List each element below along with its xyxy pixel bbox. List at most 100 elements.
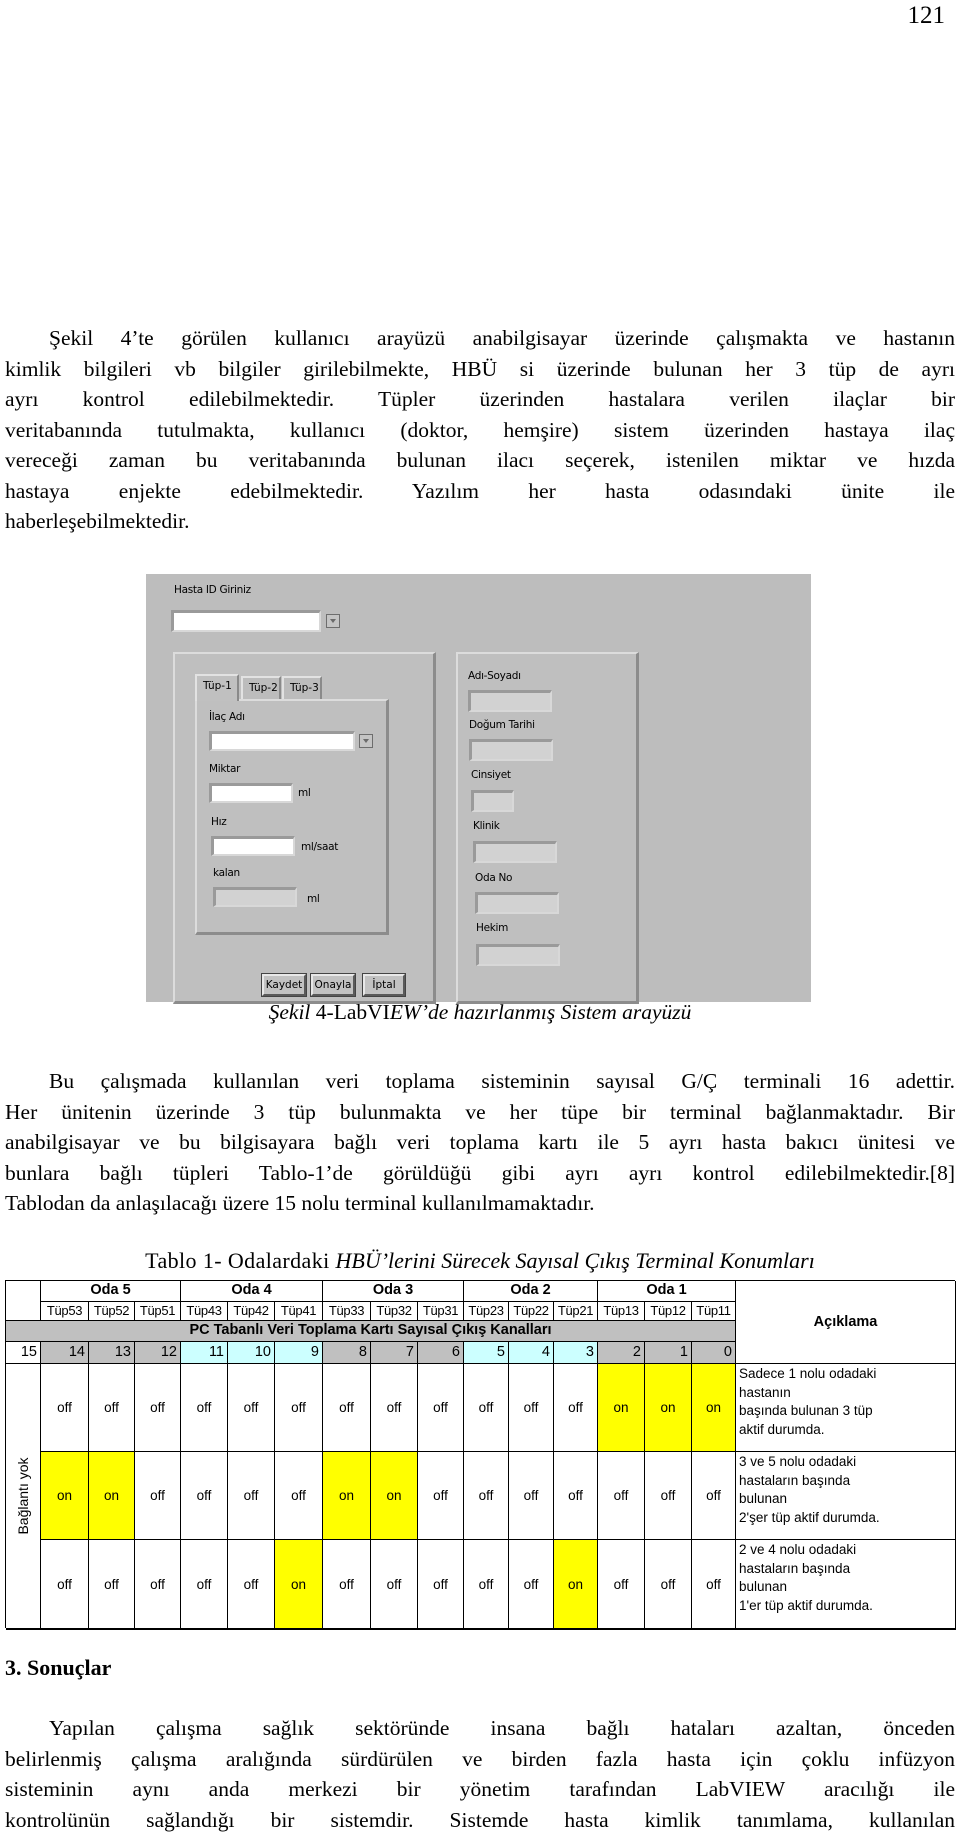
terminal-table: Oda 5 Oda 4 Oda 3 Oda 2 Oda 1 Tüp53 Tüp52 Tüp51… [5,1280,956,1630]
tube-header: Tüp53 [41,1302,89,1321]
channel-state-cell: off [323,1540,371,1629]
tube-header: Tüp22 [509,1302,554,1321]
channel-band-header: PC Tabanlı Veri Toplama Kartı Sayısal Çı… [6,1321,736,1342]
table-title-plain: Tablo 1- Odalardaki [145,1248,336,1273]
channel-state-cell: off [181,1452,228,1540]
amount-label: Miktar [209,763,241,775]
room-no-label: Oda No [475,872,513,884]
channel-state-cell: on [323,1452,371,1540]
caption-part: 4-LabVI [315,1000,390,1024]
channel-number: 13 [89,1342,135,1364]
channel-number: 0 [692,1342,736,1364]
corner-cell [6,1281,41,1321]
remaining-unit: ml [307,893,320,905]
channel-state-cell: off [228,1364,275,1452]
channel-state-cell: off [135,1364,181,1452]
rate-label: Hız [211,816,227,828]
tube-header: Tüp42 [228,1302,275,1321]
confirm-button[interactable]: Onayla [310,973,356,997]
channel-state-cell: off [464,1364,509,1452]
paragraph-conclusion: Yapılan çalışma sağlık sektöründe insana… [5,1713,955,1835]
room-no-display [475,892,559,914]
tab-tup-1[interactable]: Tüp-1 [195,674,239,701]
tube-header: Tüp12 [645,1302,692,1321]
channel-state-cell: off [41,1364,89,1452]
drug-name-dropdown-icon[interactable] [359,734,373,748]
table-title-italic: HBÜ’lerini Sürecek Sayısal Çıkış Termina… [335,1248,815,1273]
text-line: belirlenmiş çalışma aralığında sürdürüle… [5,1746,955,1771]
doctor-display [476,944,560,966]
text-line: kontrolünün sağlandığı bir sistemdir. Si… [5,1807,955,1832]
patient-id-dropdown-icon[interactable] [326,614,340,628]
channel-state-cell: on [554,1540,598,1629]
tube-header: Tüp43 [181,1302,228,1321]
section-heading: 3. Sonuçlar [5,1655,112,1680]
channel-state-cell: off [645,1540,692,1629]
channel-state-cell: off [692,1452,736,1540]
channel-number: 12 [135,1342,181,1364]
tube-header: Tüp31 [418,1302,464,1321]
channel-state-cell: off [89,1364,135,1452]
channel-state-cell: off [418,1540,464,1629]
channel-state-cell: on [692,1364,736,1452]
channel-number: 15 [6,1342,41,1364]
channel-state-cell: off [181,1364,228,1452]
room-header: Oda 2 [464,1281,598,1302]
table-bottom-border [6,1628,956,1630]
text-line: Şekil 4’te görülen kullanıcı arayüzü ana… [49,326,955,350]
clinic-display [473,841,557,863]
channel-state-cell: on [89,1452,135,1540]
paragraph-terminals: Bu çalışmada kullanılan veri toplama sis… [5,1066,955,1219]
tube-header: Tüp33 [323,1302,371,1321]
channel-state-cell: off [41,1540,89,1629]
channel-number: 4 [509,1342,554,1364]
text-line: hastaya enjekte edebilmektedir. Yazılım … [5,478,955,503]
channel-state-cell: on [645,1364,692,1452]
channel-number: 5 [464,1342,509,1364]
channel-state-cell: off [509,1364,554,1452]
channel-number: 1 [645,1342,692,1364]
cancel-button[interactable]: İptal [362,973,406,997]
rate-input[interactable] [211,836,295,856]
text-line: Bu çalışmada kullanılan veri toplama sis… [49,1069,955,1093]
tab-tup-3[interactable]: Tüp-3 [282,676,322,700]
text-line: ayrı kontrol edilebilmektedir. Tüpler üz… [5,387,955,411]
birth-date-label: Doğum Tarihi [469,719,535,731]
room-header: Oda 1 [598,1281,736,1302]
channel-state-cell: off [228,1540,275,1629]
table-title: Tablo 1- Odalardaki HBÜ’lerini Sürecek S… [0,1248,960,1274]
channel-state-cell: off [89,1540,135,1629]
channel-state-cell: off [323,1364,371,1452]
rate-unit: ml/saat [301,841,339,853]
channel-number: 2 [598,1342,645,1364]
patient-info-panel: Adı-Soyadı Doğum Tarihi Cinsiyet Klinik … [456,652,639,1004]
channel-number: 10 [228,1342,275,1364]
channel-state-cell: off [371,1364,418,1452]
tube-control-panel: Tüp-1 Tüp-2 Tüp-3 İlaç Adı Miktar ml Hız… [173,652,436,1004]
unconnected-channel-cell: Bağlantı yok [6,1364,41,1629]
text-line: kimlik bilgileri vb bilgiler girilebilme… [5,356,955,381]
channel-state-cell: off [275,1364,323,1452]
clinic-label: Klinik [473,820,500,832]
channel-state-cell: off [692,1540,736,1629]
row-description: 2 ve 4 nolu odadaki hastaların başında b… [736,1540,956,1629]
save-button[interactable]: Kaydet [261,973,307,997]
text-line: bunlara bağlı tüpleri Tablo-1’de görüldü… [5,1160,955,1185]
tube-header: Tüp21 [554,1302,598,1321]
page-number: 121 [907,2,946,29]
amount-input[interactable] [209,783,293,803]
channel-number: 14 [41,1342,89,1364]
drug-name-input[interactable] [209,731,355,751]
channel-number: 6 [418,1342,464,1364]
caption-part: EW’de hazırlanmış Sistem arayüzü [389,1000,692,1024]
tube-header: Tüp51 [135,1302,181,1321]
channel-state-cell: off [275,1452,323,1540]
tube-header: Tüp23 [464,1302,509,1321]
channel-state-cell: on [275,1540,323,1629]
channel-state-cell: off [371,1540,418,1629]
tab-tup-2[interactable]: Tüp-2 [241,676,281,700]
patient-id-input[interactable] [171,610,321,632]
patient-id-label: Hasta ID Giriniz [174,584,251,596]
text-line: haberleşebilmektedir. [5,509,190,533]
room-header: Oda 3 [323,1281,464,1302]
